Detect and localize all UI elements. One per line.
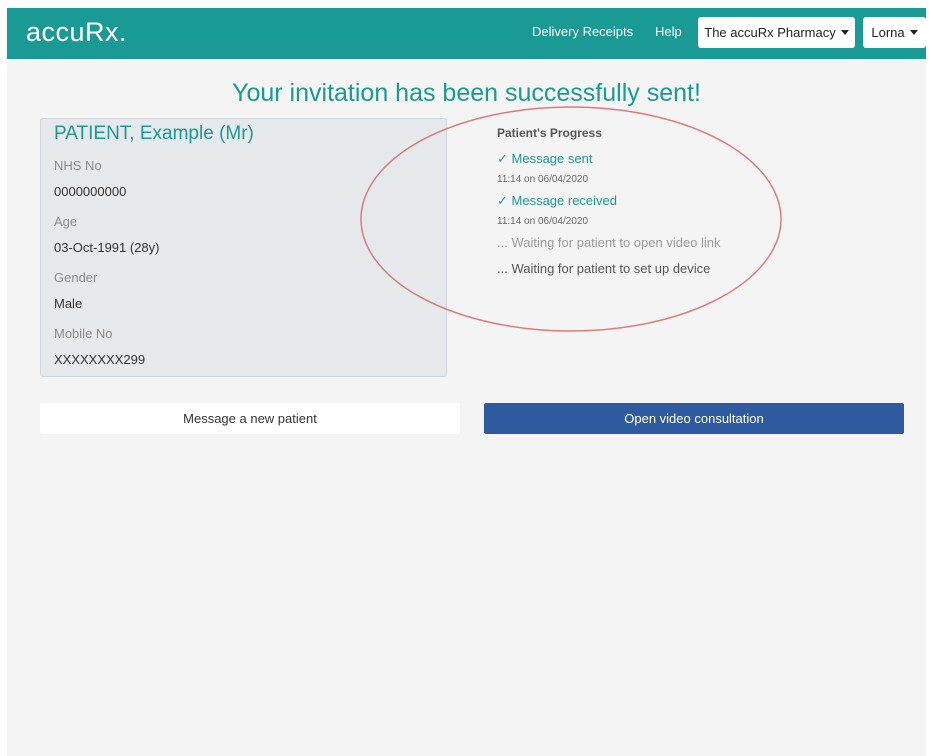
nhs-number-value: 0000000000	[54, 184, 127, 199]
mobile-number-label: Mobile No	[54, 326, 113, 341]
patient-details-card: PATIENT, Example (Mr) NHS No 0000000000 …	[40, 118, 447, 377]
message-new-patient-button[interactable]: Message a new patient	[40, 403, 460, 434]
gender-label: Gender	[54, 270, 98, 285]
gender-value: Male	[54, 296, 83, 311]
brand-logo[interactable]: accuRx.	[26, 17, 127, 48]
pharmacy-dropdown[interactable]: The accuRx Pharmacy	[698, 17, 855, 48]
help-link[interactable]: Help	[655, 24, 682, 39]
step-message-received-time: 11:14 on 06/04/2020	[497, 216, 589, 227]
app-frame: accuRx. Delivery Receipts Help The accuR…	[7, 8, 926, 756]
mobile-number-value: XXXXXXXX299	[54, 352, 146, 367]
step-waiting-device-setup: ... Waiting for patient to set up device	[497, 261, 711, 276]
top-navbar: accuRx. Delivery Receipts Help The accuR…	[7, 8, 926, 59]
caret-down-icon	[840, 30, 849, 35]
step-message-sent-time: 11:14 on 06/04/2020	[497, 174, 589, 185]
age-label: Age	[54, 214, 78, 229]
progress-title: Patient's Progress	[497, 126, 602, 140]
age-value: 03-Oct-1991 (28y)	[54, 240, 160, 255]
nhs-number-label: NHS No	[54, 158, 102, 173]
open-video-consultation-button[interactable]: Open video consultation	[484, 403, 904, 434]
delivery-receipts-link[interactable]: Delivery Receipts	[532, 24, 633, 39]
pharmacy-dropdown-label: The accuRx Pharmacy	[704, 25, 836, 40]
user-dropdown[interactable]: Lorna	[863, 17, 926, 48]
patient-name: PATIENT, Example (Mr)	[54, 123, 254, 144]
user-dropdown-label: Lorna	[871, 25, 905, 40]
step-waiting-video-link: ... Waiting for patient to open video li…	[497, 235, 721, 250]
caret-down-icon	[909, 30, 918, 35]
success-headline: Your invitation has been successfully se…	[232, 79, 701, 107]
step-message-sent: ✓ Message sent	[497, 151, 593, 166]
step-message-received: ✓ Message received	[497, 193, 618, 208]
